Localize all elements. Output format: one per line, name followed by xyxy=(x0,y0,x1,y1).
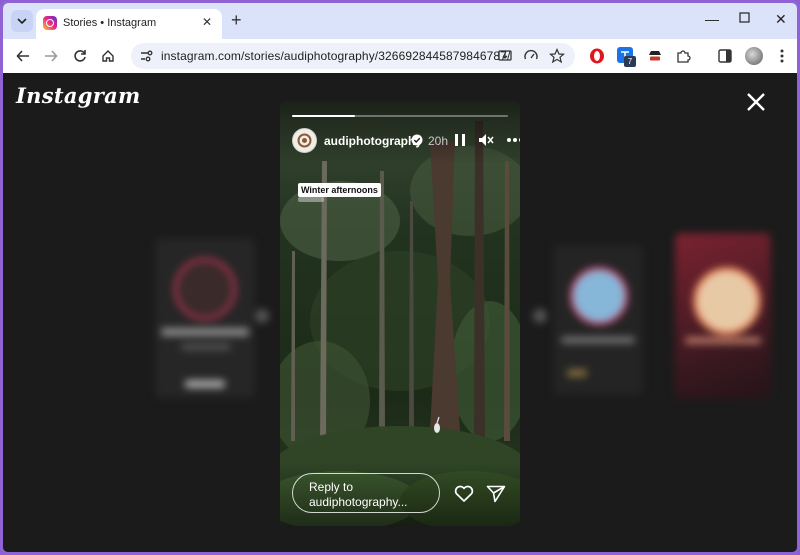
preview-time-bar xyxy=(185,380,225,388)
send-direct-icon[interactable] xyxy=(486,485,506,503)
author-avatar-icon xyxy=(297,133,312,148)
bookmark-star-icon[interactable] xyxy=(549,48,565,64)
muted-speaker-icon[interactable] xyxy=(478,132,494,148)
translate-extension[interactable]: 7 xyxy=(617,47,636,67)
previous-story-preview[interactable] xyxy=(155,238,255,398)
preview-avatar xyxy=(174,258,236,320)
install-app-icon[interactable] xyxy=(497,48,513,64)
arrow-left-icon xyxy=(16,50,29,62)
more-menu-icon[interactable] xyxy=(774,48,790,64)
window-close-button[interactable]: ✕ xyxy=(775,11,787,28)
tab-title: Stories • Instagram xyxy=(63,17,157,29)
browser-toolbar: instagram.com/stories/audiphotography/32… xyxy=(3,39,797,73)
site-info-icon[interactable] xyxy=(139,49,153,63)
preview-avatar xyxy=(570,267,628,325)
minimize-button[interactable]: — xyxy=(705,11,719,27)
forest-photo xyxy=(280,101,520,526)
reply-placeholder: Reply to audiphotography... xyxy=(309,480,408,509)
spy-extension-icon[interactable] xyxy=(647,48,663,64)
verified-badge-icon xyxy=(411,134,423,146)
extension-badge: 7 xyxy=(624,56,636,67)
preview-avatar xyxy=(693,267,761,335)
url-text: instagram.com/stories/audiphotography/32… xyxy=(161,49,511,63)
next-story-arrow[interactable] xyxy=(533,309,547,323)
story-viewer[interactable]: audiphotography 20h Winter afternoons Re… xyxy=(280,101,520,526)
reload-button[interactable] xyxy=(70,46,90,66)
maximize-button[interactable] xyxy=(739,10,750,26)
previous-story-arrow[interactable] xyxy=(255,309,269,323)
preview-time-bar xyxy=(567,369,587,377)
instagram-favicon-icon xyxy=(43,16,57,30)
instagram-stories-page: Instagram audiphotography 20h Winter aft… xyxy=(3,73,797,552)
profile-avatar[interactable] xyxy=(745,47,763,65)
forward-button[interactable] xyxy=(41,46,61,66)
reload-icon xyxy=(74,50,86,62)
preview-name-bar-2 xyxy=(181,344,231,350)
pause-icon[interactable] xyxy=(452,132,468,148)
story-progress-fill xyxy=(292,115,355,117)
story-author-avatar[interactable] xyxy=(292,128,317,153)
tab-strip: Stories • Instagram ✕ + — ✕ xyxy=(3,3,797,39)
story-text-sticker: Winter afternoons xyxy=(298,183,381,197)
preview-name-bar xyxy=(161,328,249,336)
address-bar[interactable]: instagram.com/stories/audiphotography/32… xyxy=(131,43,575,69)
home-icon xyxy=(102,50,114,62)
maximize-icon xyxy=(739,12,750,23)
story-progress-bar xyxy=(292,115,508,117)
tab-close-icon[interactable]: ✕ xyxy=(202,15,212,29)
like-heart-icon[interactable] xyxy=(454,485,474,503)
story-author-username[interactable]: audiphotography xyxy=(324,134,422,148)
close-stories-icon[interactable] xyxy=(745,91,767,113)
next-story-preview-2[interactable] xyxy=(675,233,771,399)
extensions-puzzle-icon[interactable] xyxy=(675,48,691,64)
story-sticker-subline xyxy=(298,197,324,202)
new-tab-button[interactable]: + xyxy=(231,10,242,30)
back-button[interactable] xyxy=(13,46,33,66)
preview-name-bar xyxy=(685,337,761,344)
instagram-logo[interactable]: Instagram xyxy=(16,83,141,108)
chevron-down-icon xyxy=(17,18,27,25)
story-time-ago: 20h xyxy=(428,134,449,148)
home-button[interactable] xyxy=(98,46,118,66)
arrow-right-icon xyxy=(45,50,58,62)
performance-icon[interactable] xyxy=(523,48,539,64)
tab-stories-instagram[interactable]: Stories • Instagram ✕ xyxy=(36,9,222,39)
more-options-icon[interactable] xyxy=(506,132,520,148)
preview-name-bar xyxy=(561,337,635,343)
reply-input[interactable]: Reply to audiphotography... xyxy=(292,473,440,513)
next-story-preview[interactable] xyxy=(553,245,643,395)
tab-search-button[interactable] xyxy=(11,10,33,32)
opera-extension-icon[interactable] xyxy=(589,48,605,64)
browser-window: Stories • Instagram ✕ + — ✕ instagram.co… xyxy=(0,0,800,555)
side-panel-icon[interactable] xyxy=(717,48,733,64)
